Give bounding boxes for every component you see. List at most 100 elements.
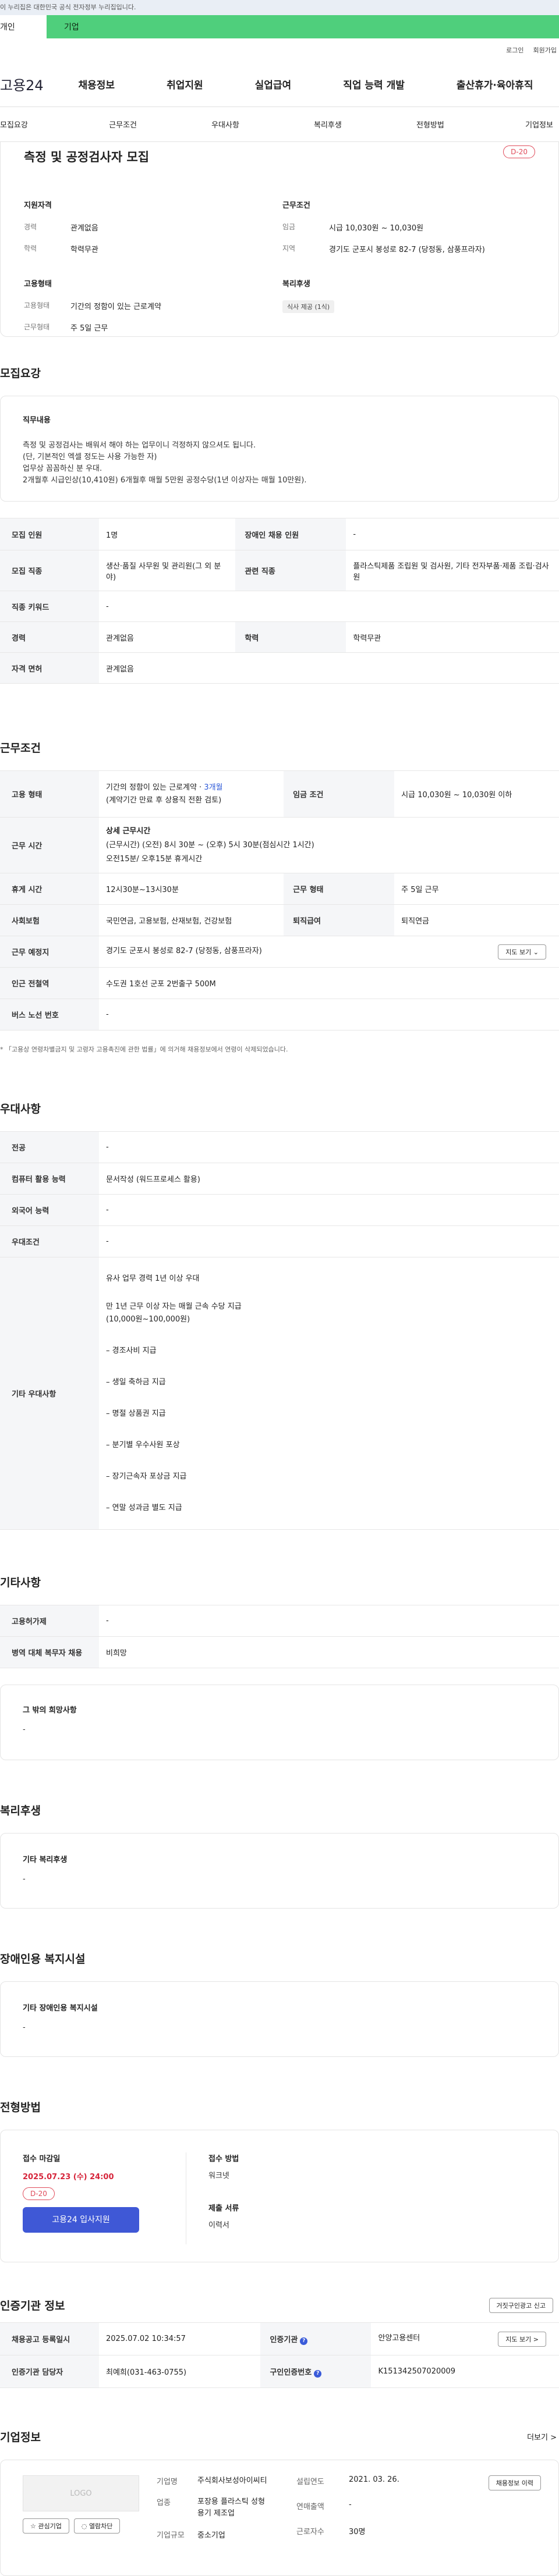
facility-heading: 기타 장애인용 복지시설 xyxy=(23,2004,98,2013)
company-actions: 채용정보 이력 xyxy=(424,2475,541,2564)
hours-heading: 상세 근무시간 xyxy=(106,826,151,836)
subnav-preference[interactable]: 우대사항 xyxy=(174,119,277,130)
emp-type-value: 기간의 정함이 있는 근로계약 · xyxy=(106,783,204,792)
place-value: 경기도 군포시 봉성로 82-7 (당정동, 삼풍프라자) xyxy=(106,946,262,955)
major-value: - xyxy=(99,1131,559,1163)
facility-title: 장애인용 복지시설 xyxy=(0,1953,86,1966)
util-bar: 로그인 회원가입 xyxy=(0,38,559,62)
pref-cond-value: - xyxy=(99,1225,559,1257)
pref-etc-3: (10,000원~100,000원) xyxy=(106,1314,190,1324)
preference-title: 우대사항 xyxy=(0,1103,41,1115)
company-name-value: 주식회사보성아이씨티 xyxy=(197,2476,267,2485)
preference-table: 전공 - 컴퓨터 활용 능력 문서작성 (워드프로세스 활용) 외국어 능력 - 우대… xyxy=(0,1131,559,1530)
process-dday: D-20 xyxy=(23,2187,55,2200)
headcount-label: 모집 인원 xyxy=(0,518,99,550)
wage-cond-label: 임금 조건 xyxy=(284,770,395,818)
subnav-welfare[interactable]: 복리후생 xyxy=(277,119,379,130)
tab-personal-label: 개인 xyxy=(0,23,15,32)
disabled-value: - xyxy=(346,518,559,550)
pref-etc-label: 기타 우대사항 xyxy=(0,1257,99,1530)
welfare-box: 기타 복리후생 - xyxy=(0,1833,559,1909)
map-button[interactable]: 지도 보기 ⌄ xyxy=(498,944,546,960)
wish-value: - xyxy=(23,1725,26,1734)
gnb-menu: 채용정보 취업지원 실업급여 직업 능력 개발 출산휴가·육아휴직 xyxy=(52,77,559,91)
welfare-etc-heading: 기타 복리후생 xyxy=(23,1856,68,1864)
retire-value: 퇴직연금 xyxy=(394,904,559,936)
headcount-value: 1명 xyxy=(99,518,236,550)
site-logo[interactable]: 고용24 xyxy=(0,74,52,94)
job-line-4: 2개월후 시급인상(10,410원) 6개월후 매월 5만원 공정수당(1년 이… xyxy=(23,476,307,485)
recruit-table: 모집 인원 1명 장애인 채용 인원 - 모집 직종 생산·품질 사무원 및 관리원(그… xyxy=(0,518,559,684)
subnav-process[interactable]: 전형방법 xyxy=(379,119,482,130)
subnav-recruit[interactable]: 모집요강 xyxy=(0,119,72,130)
gnb-item-unemployment[interactable]: 실업급여 xyxy=(255,77,292,91)
process-title: 전형방법 xyxy=(0,2101,41,2114)
help-icon[interactable]: ? xyxy=(300,2337,308,2345)
conditions-title: 근무조건 xyxy=(0,742,41,755)
career-row-value: 관계없음 xyxy=(99,621,236,653)
insurance-value: 국민연금, 고용보험, 산재보험, 건강보험 xyxy=(99,904,284,936)
keyword-label: 직종 키워드 xyxy=(0,591,99,622)
apply-button[interactable]: 고용24 입사지원 xyxy=(23,2207,139,2233)
report-button[interactable]: 거짓구인광고 신고 xyxy=(489,2297,553,2313)
lang-value: - xyxy=(99,1194,559,1226)
wish-heading: 그 밖의 희망사항 xyxy=(23,1706,77,1715)
manager-label: 인증기관 담당자 xyxy=(0,2355,99,2388)
gnb-item-training[interactable]: 직업 능력 개발 xyxy=(343,77,405,91)
user-tabs: 개인 기업 xyxy=(0,15,559,38)
subnav-company[interactable]: 기업정보 xyxy=(482,119,559,130)
subnav-conditions[interactable]: 근무조건 xyxy=(72,119,174,130)
license-value: 관계없음 xyxy=(99,652,559,684)
deadline-value: 2025.07.23 (수) 24:00 xyxy=(23,2173,114,2181)
work-label: 근무형태 xyxy=(24,323,50,331)
help-icon[interactable]: ? xyxy=(314,2369,322,2378)
company-name-label: 기업명 xyxy=(157,2478,178,2486)
scale-value: 중소기업 xyxy=(197,2531,225,2540)
gnb-item-leave[interactable]: 출산휴가·육아휴직 xyxy=(457,77,533,91)
agency-map-button[interactable]: 지도 보기 > xyxy=(498,2331,546,2347)
employees-label: 근로자수 xyxy=(296,2528,324,2536)
job-line-3: 업무상 꼼꼼하신 분 우대. xyxy=(23,464,102,473)
login-link[interactable]: 로그인 xyxy=(506,45,523,55)
job-content-box: 직무내용 측정 및 공정검사는 배워서 해야 하는 업무이니 걱정하지 않으셔도… xyxy=(0,396,559,502)
hours-cell: 상세 근무시간 (근무시간) (오전) 8시 30분 ~ (오후) 5시 30분(… xyxy=(99,817,559,873)
pref-etc-2: 만 1년 근무 이상 자는 매월 근속 수당 지급 xyxy=(106,1302,242,1311)
work-value: 주 5일 근무 xyxy=(70,324,108,333)
company-more-link[interactable]: 더보기 > xyxy=(527,2431,557,2442)
gnb-item-jobs[interactable]: 채용정보 xyxy=(79,77,115,91)
jobs-history-button[interactable]: 채용정보 이력 xyxy=(488,2475,541,2490)
agency-label-text: 인증기관 xyxy=(270,2335,298,2344)
pref-cond-label: 우대조건 xyxy=(0,1225,99,1257)
pref-etc-9: – 연말 성과금 별도 지급 xyxy=(106,1503,182,1512)
tab-company[interactable]: 기업 xyxy=(47,15,559,38)
company-info-col2: 설립연도 2021. 03. 26. 연매출액 - 근로자수 30명 xyxy=(296,2475,424,2564)
career-value: 관계없음 xyxy=(70,224,98,233)
tab-personal[interactable]: 개인 xyxy=(0,15,47,38)
pref-etc-7: – 분기별 우수사원 포상 xyxy=(106,1440,180,1449)
deadline-col: 접수 마감일 2025.07.23 (수) 24:00 D-20 고용24 입사… xyxy=(23,2152,186,2244)
industry-label: 업종 xyxy=(157,2499,171,2507)
pref-etc-cell: 유사 업무 경력 1년 이상 우대 만 1년 근무 이상 자는 매월 근속 수당… xyxy=(99,1257,559,1530)
block-button[interactable]: ◌ 열람차단 xyxy=(73,2518,121,2534)
edu-row-value: 학력무관 xyxy=(346,621,559,653)
agency-label: 인증기관? xyxy=(260,2322,372,2355)
signup-link[interactable]: 회원가입 xyxy=(533,45,557,55)
emp-months: 3개월 xyxy=(204,783,223,792)
method-heading: 접수 방법 xyxy=(208,2155,239,2163)
retire-label: 퇴직급여 xyxy=(284,904,395,936)
docs-value: 이력서 xyxy=(208,2221,229,2230)
pref-etc-1: 유사 업무 경력 1년 이상 우대 xyxy=(106,1274,200,1283)
work-type-label: 근무 형태 xyxy=(284,873,395,905)
bus-value: - xyxy=(99,999,559,1031)
gnb-item-support[interactable]: 취업지원 xyxy=(167,77,203,91)
gov-banner-text: 이 누리집은 대한민국 공식 전자정부 누리집입니다. xyxy=(0,3,136,11)
related-value: 플라스틱제품 조립원 및 검사원, 기타 전자부품·제품 조립·검사원 xyxy=(346,550,559,591)
region-label: 지역 xyxy=(282,244,296,253)
conditions-table: 고용 형태 기간의 정함이 있는 근로계약 · 3개월 (계약기간 만료 후 상용… xyxy=(0,770,559,1031)
founded-value: 2021. 03. 26. xyxy=(349,2475,399,2484)
military-value: 비희망 xyxy=(99,1636,559,1668)
interest-button[interactable]: ☆ 관심기업 xyxy=(23,2518,69,2534)
station-label: 인근 전철역 xyxy=(0,967,99,999)
emp-heading: 고용형태 xyxy=(24,280,52,289)
wage-cond-value: 시급 10,030원 ~ 10,030원 이하 xyxy=(394,770,559,818)
